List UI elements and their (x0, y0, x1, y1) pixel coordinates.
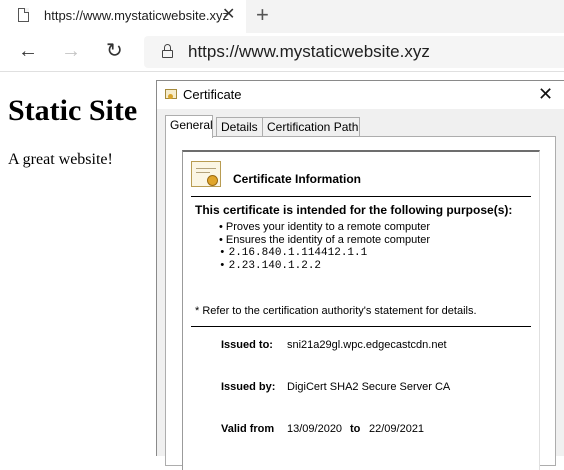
certificate-icon (165, 89, 177, 99)
page-paragraph: A great website! (8, 151, 113, 168)
refresh-icon[interactable]: ↻ (106, 39, 123, 63)
tab-title: https://www.mystaticwebsite.xyz (44, 8, 229, 23)
info-title: Certificate Information (233, 172, 362, 186)
page-icon (18, 8, 29, 22)
list-item: 2.16.840.1.114412.1.1 (219, 247, 430, 260)
issued-by-label: Issued by: (221, 381, 276, 393)
tab-general[interactable]: General (165, 115, 213, 138)
issued-to-label: Issued to: (221, 339, 273, 351)
url-text: https://www.mystaticwebsite.xyz (188, 42, 430, 61)
browser-toolbar: ← → ↻ https://www.mystaticwebsite.xyz (0, 33, 564, 72)
tab-close-icon[interactable]: ✕ (222, 6, 235, 24)
certificate-info-box: Certificate Information This certificate… (182, 150, 540, 470)
address-bar[interactable]: https://www.mystaticwebsite.xyz (144, 36, 564, 68)
new-tab-button[interactable]: + (256, 3, 269, 27)
tab-details[interactable]: Details (216, 117, 263, 137)
page-heading: Static Site (8, 94, 138, 127)
dialog-close-icon[interactable]: ✕ (538, 83, 553, 105)
divider (191, 326, 531, 327)
forward-arrow-icon[interactable]: → (61, 39, 81, 63)
list-item: Ensures the identity of a remote compute… (219, 234, 430, 247)
purpose-heading: This certificate is intended for the fol… (195, 203, 513, 217)
issued-by-value: DigiCert SHA2 Secure Server CA (287, 381, 451, 393)
back-arrow-icon[interactable]: ← (18, 39, 38, 63)
list-item: 2.23.140.1.2.2 (219, 260, 430, 273)
valid-to-label: to (350, 423, 361, 435)
general-panel: Certificate Information This certificate… (165, 136, 556, 470)
issued-to-value: sni21a29gl.wpc.edgecastcdn.net (287, 339, 447, 351)
lock-icon[interactable] (162, 44, 173, 58)
tab-certification-path[interactable]: Certification Path (262, 117, 360, 137)
valid-from-label: Valid from (221, 423, 275, 435)
dialog-titlebar: Certificate ✕ (157, 81, 564, 109)
tab-strip: https://www.mystaticwebsite.xyz ✕ + (0, 0, 564, 33)
valid-from-value: 13/09/2020 (287, 423, 343, 435)
certificate-dialog: Certificate ✕ General Details Certificat… (156, 80, 564, 470)
certificate-icon (191, 161, 221, 187)
valid-to-value: 22/09/2021 (369, 423, 425, 435)
browser-tab[interactable]: https://www.mystaticwebsite.xyz ✕ (0, 0, 246, 33)
dialog-title: Certificate (183, 87, 242, 102)
purpose-list: Proves your identity to a remote compute… (219, 221, 430, 273)
list-item: Proves your identity to a remote compute… (219, 221, 430, 234)
divider (191, 196, 531, 197)
cert-note: * Refer to the certification authority's… (195, 305, 477, 317)
